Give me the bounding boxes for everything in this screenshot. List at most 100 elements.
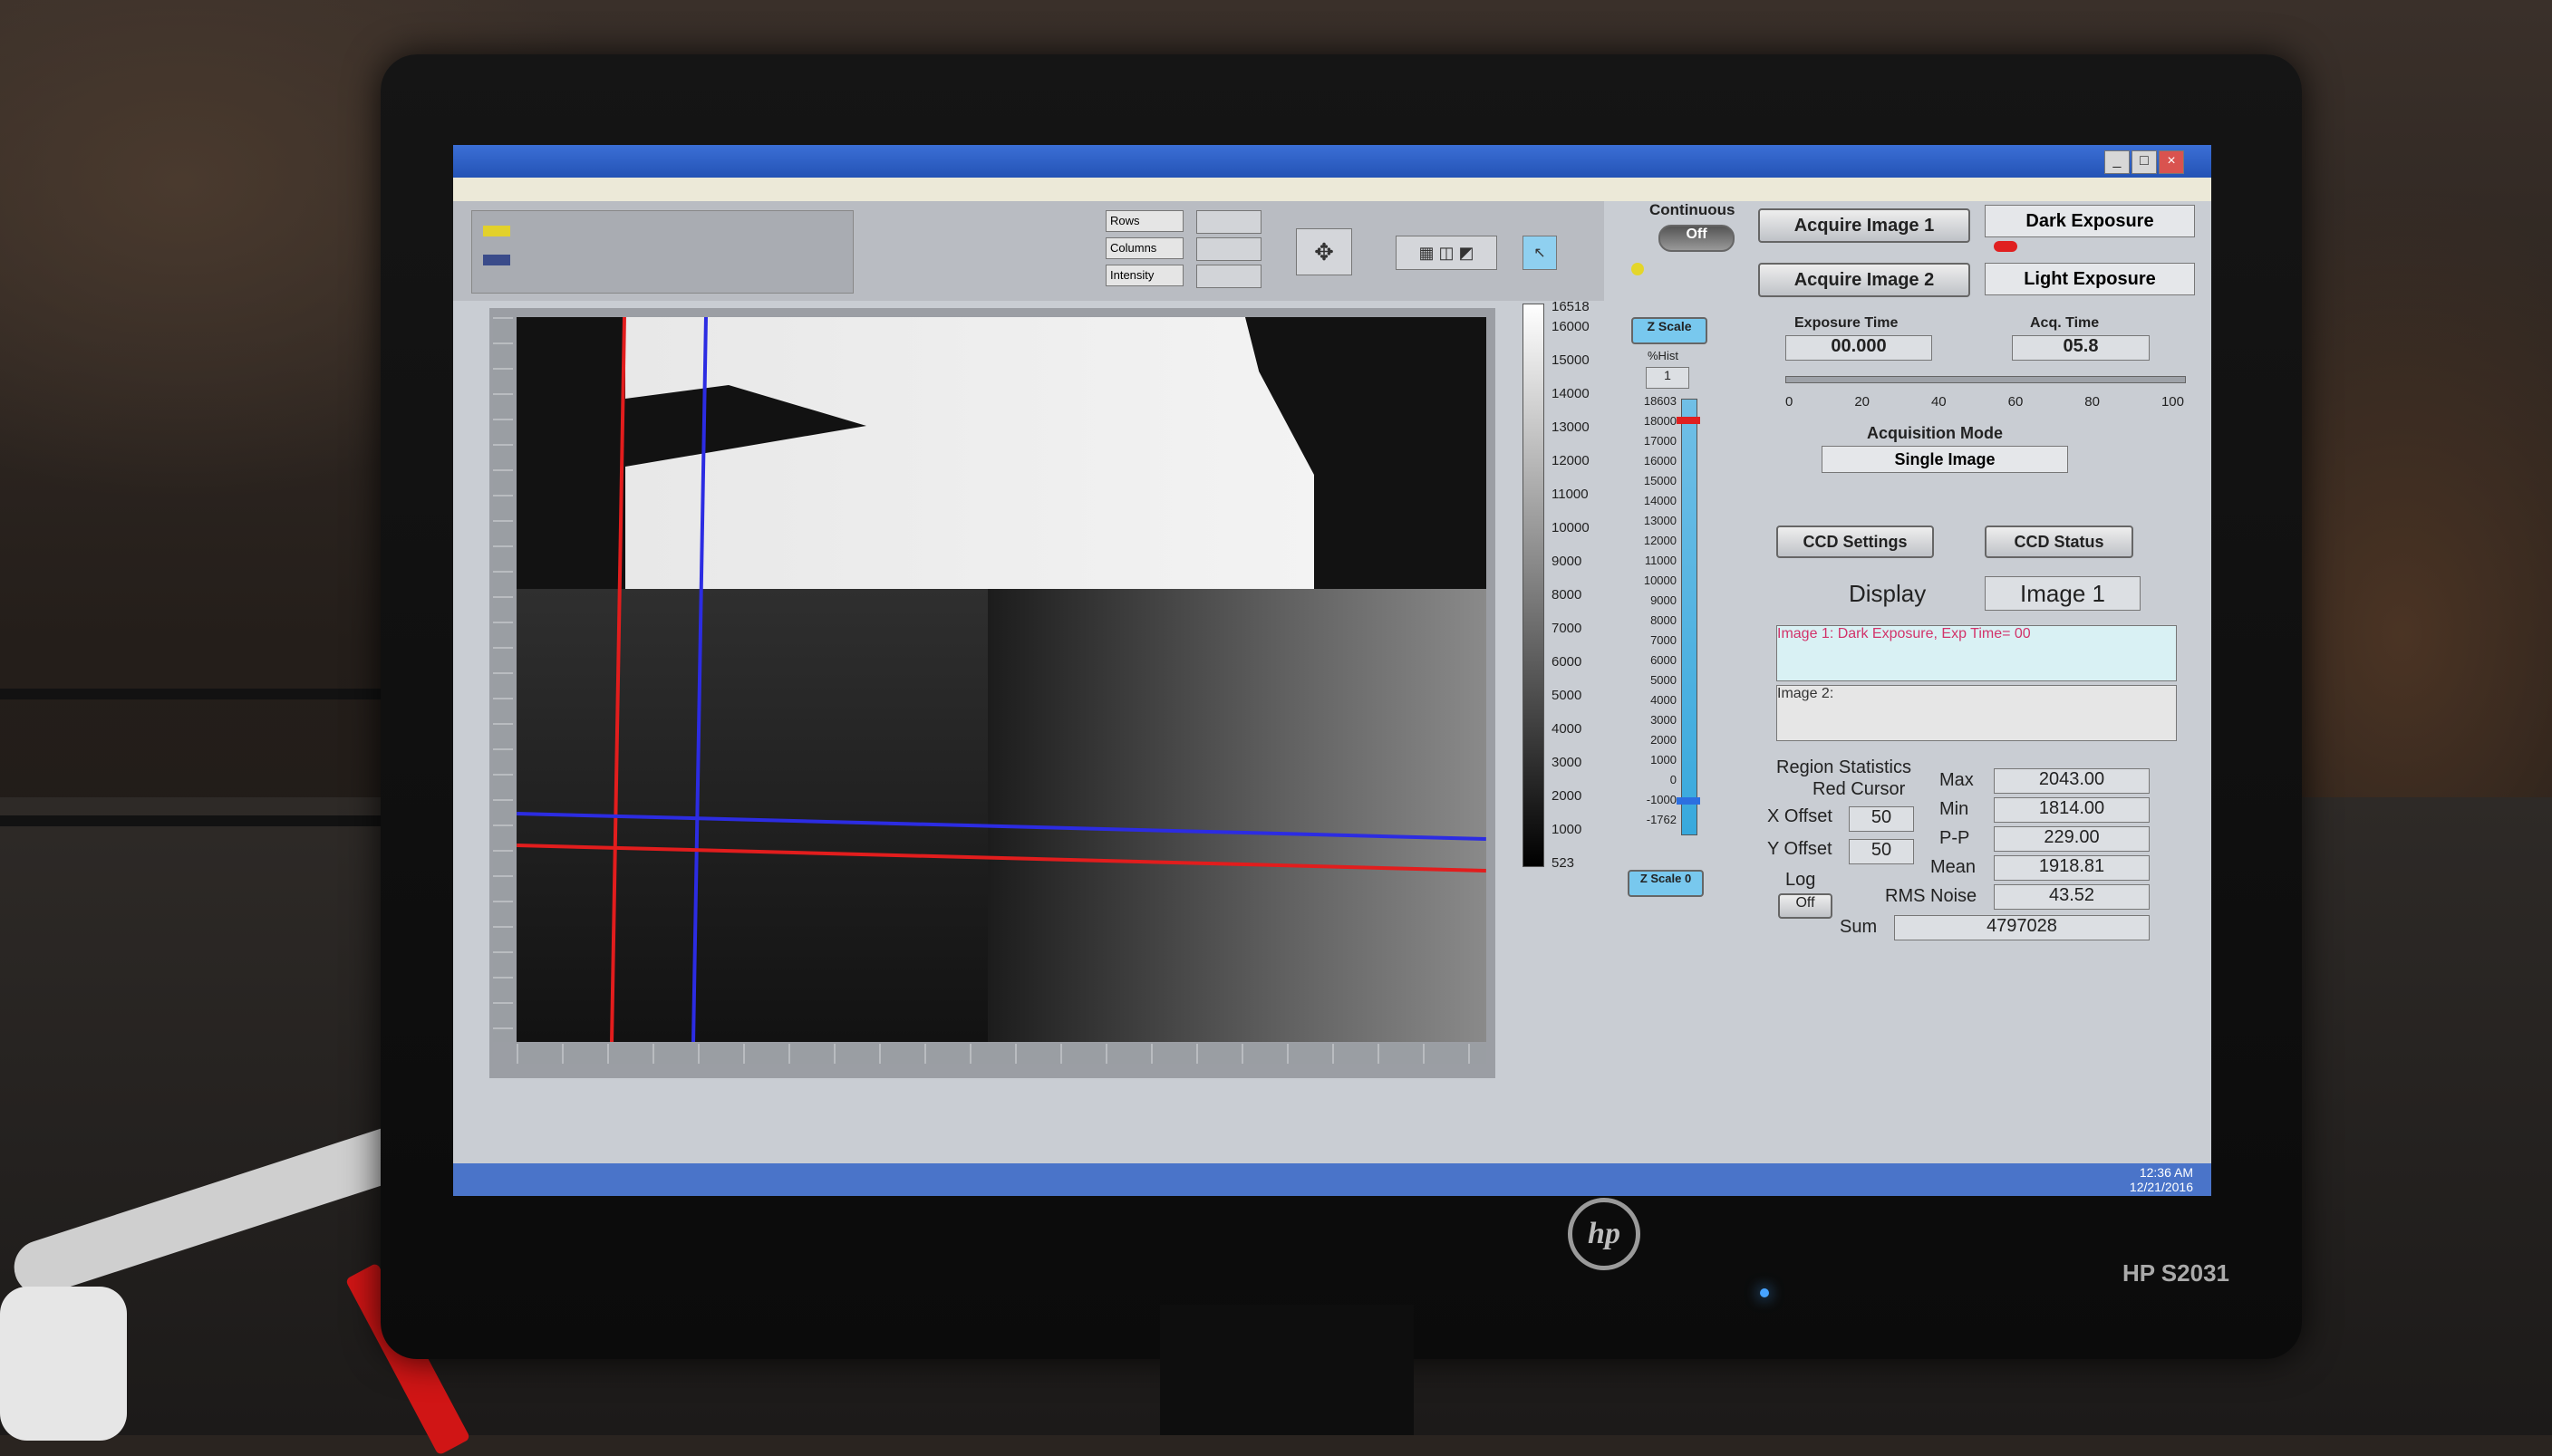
progress-tick: 0 bbox=[1785, 394, 1793, 410]
colorbar-tick: 16000 bbox=[1552, 319, 1590, 334]
zscale-tick: 8000 bbox=[1650, 613, 1677, 627]
intensity-colorbar bbox=[1522, 304, 1544, 867]
minimize-button[interactable]: _ bbox=[2104, 150, 2130, 174]
close-button[interactable]: × bbox=[2159, 150, 2184, 174]
mean-label: Mean bbox=[1930, 857, 1977, 877]
zscale-tick: 12000 bbox=[1643, 534, 1677, 547]
colorbar-tick: 9000 bbox=[1552, 554, 1582, 569]
zscale-tick: -1762 bbox=[1646, 813, 1677, 826]
max-label: Max bbox=[1939, 770, 1974, 790]
colorbar-tick: 13000 bbox=[1552, 419, 1590, 435]
acquisition-mode-label: Acquisition Mode bbox=[1867, 424, 2003, 442]
colorbar-tick: 12000 bbox=[1552, 453, 1590, 468]
colorbar-scale: 16518 16000 15000 14000 13000 12000 1100… bbox=[1552, 299, 1624, 889]
pan-icon[interactable]: ✥ bbox=[1296, 228, 1352, 275]
progress-tick: 80 bbox=[2084, 394, 2100, 410]
zscale-tick: 3000 bbox=[1650, 713, 1677, 727]
progress-ticks: 0 20 40 60 80 100 bbox=[1785, 394, 2184, 410]
exposure-time-field[interactable]: 00.000 bbox=[1785, 335, 1932, 361]
maximize-button[interactable]: □ bbox=[2132, 150, 2157, 174]
y-offset-label: Y Offset bbox=[1767, 839, 1832, 859]
hp-logo: hp bbox=[1568, 1198, 1640, 1270]
acq-time-label: Acq. Time bbox=[2030, 315, 2100, 331]
plot-legend bbox=[471, 210, 854, 294]
pct-hist-field[interactable]: 1 bbox=[1646, 367, 1689, 389]
z-scale-0-button[interactable]: Z Scale 0 bbox=[1628, 870, 1704, 897]
intensity-field[interactable]: Intensity bbox=[1106, 265, 1184, 286]
zscale-tick: 1000 bbox=[1650, 753, 1677, 767]
intensity-button[interactable] bbox=[1196, 265, 1262, 288]
ccd-status-button[interactable]: CCD Status bbox=[1985, 526, 2133, 558]
x-offset-label: X Offset bbox=[1767, 806, 1832, 826]
zscale-tick: 18603 bbox=[1643, 394, 1677, 408]
continuous-toggle[interactable]: Off bbox=[1658, 225, 1735, 252]
progress-tick: 100 bbox=[2160, 394, 2184, 410]
ccd-settings-button[interactable]: CCD Settings bbox=[1776, 526, 1934, 558]
dark-exposure-led bbox=[1994, 241, 2017, 252]
zscale-tick: 13000 bbox=[1643, 514, 1677, 527]
zscale-ticks: 18603 18000 17000 16000 15000 14000 1300… bbox=[1622, 394, 1677, 833]
taskbar: 12:36 AM 12/21/2016 bbox=[453, 1163, 2211, 1196]
colorbar-tick: 6000 bbox=[1552, 654, 1582, 670]
status-indicator bbox=[1631, 263, 1644, 275]
zscale-max-handle[interactable] bbox=[1677, 417, 1700, 424]
pp-label: P-P bbox=[1939, 828, 1970, 848]
light-exposure-select[interactable]: Light Exposure bbox=[1985, 263, 2195, 295]
acq-time-field: 05.8 bbox=[2012, 335, 2150, 361]
zscale-tick: 7000 bbox=[1650, 633, 1677, 647]
image-1-info: Image 1: Dark Exposure, Exp Time= 00 bbox=[1776, 625, 2177, 681]
menu-bar[interactable] bbox=[453, 178, 2211, 201]
y-offset-field[interactable]: 50 bbox=[1849, 839, 1914, 864]
x-axis bbox=[517, 1044, 1486, 1064]
image-graph[interactable] bbox=[489, 308, 1495, 1078]
pct-hist-label: %Hist bbox=[1648, 349, 1678, 362]
rows-button[interactable] bbox=[1196, 210, 1262, 234]
colorbar-tick: 8000 bbox=[1552, 587, 1582, 603]
min-label: Min bbox=[1939, 799, 1969, 819]
monitor-stand bbox=[1160, 1305, 1414, 1435]
rows-field[interactable]: Rows bbox=[1106, 210, 1184, 232]
z-scale-button[interactable]: Z Scale bbox=[1631, 317, 1707, 344]
zscale-tick: -1000 bbox=[1646, 793, 1677, 806]
columns-field[interactable]: Columns bbox=[1106, 237, 1184, 259]
progress-tick: 60 bbox=[2007, 394, 2024, 410]
colorbar-max-label: 16518 bbox=[1552, 299, 1590, 314]
acquire-image-2-button[interactable]: Acquire Image 2 bbox=[1758, 263, 1970, 297]
zscale-min-handle[interactable] bbox=[1677, 797, 1700, 805]
colorbar-min-label: 523 bbox=[1552, 855, 1575, 871]
mean-value: 1918.81 bbox=[1994, 855, 2150, 881]
colorbar-tick: 11000 bbox=[1552, 487, 1589, 502]
y-axis bbox=[493, 317, 513, 1042]
min-value: 1814.00 bbox=[1994, 797, 2150, 823]
zscale-tick: 14000 bbox=[1643, 494, 1677, 507]
zscale-tick: 11000 bbox=[1644, 554, 1677, 567]
pp-value: 229.00 bbox=[1994, 826, 2150, 852]
zoom-tools-icon[interactable]: ▦ ◫ ◩ bbox=[1396, 236, 1497, 270]
dark-exposure-select[interactable]: Dark Exposure bbox=[1985, 205, 2195, 237]
zscale-tick: 15000 bbox=[1643, 474, 1677, 487]
log-toggle[interactable]: Off bbox=[1778, 893, 1832, 919]
zscale-tick: 4000 bbox=[1650, 693, 1677, 707]
window-titlebar: _ □ × bbox=[453, 145, 2211, 178]
zscale-tick: 6000 bbox=[1650, 653, 1677, 667]
acquisition-mode-select[interactable]: Single Image bbox=[1822, 446, 2068, 473]
sum-value: 4797028 bbox=[1894, 915, 2150, 940]
zscale-tick: 18000 bbox=[1643, 414, 1677, 428]
rms-noise-label: RMS Noise bbox=[1885, 886, 1977, 906]
screen: _ □ × Rows Columns Intensity ✥ ▦ ◫ ◩ ↖ 1… bbox=[453, 145, 2211, 1196]
ccd-image[interactable] bbox=[517, 317, 1486, 1042]
zscale-tick: 17000 bbox=[1643, 434, 1677, 448]
colorbar-tick: 15000 bbox=[1552, 352, 1590, 368]
log-label: Log bbox=[1785, 870, 1816, 890]
columns-button[interactable] bbox=[1196, 237, 1262, 261]
acquire-image-1-button[interactable]: Acquire Image 1 bbox=[1758, 208, 1970, 243]
zscale-slider[interactable] bbox=[1681, 399, 1697, 835]
x-offset-field[interactable]: 50 bbox=[1849, 806, 1914, 832]
zscale-tick: 9000 bbox=[1650, 593, 1677, 607]
cursor-tool-icon[interactable]: ↖ bbox=[1522, 236, 1557, 270]
zscale-tick: 16000 bbox=[1643, 454, 1677, 468]
display-select[interactable]: Image 1 bbox=[1985, 576, 2141, 611]
exposure-time-label: Exposure Time bbox=[1794, 315, 1899, 331]
red-cursor-label: Red Cursor bbox=[1812, 779, 1906, 799]
system-clock: 12:36 AM 12/21/2016 bbox=[2130, 1165, 2193, 1194]
